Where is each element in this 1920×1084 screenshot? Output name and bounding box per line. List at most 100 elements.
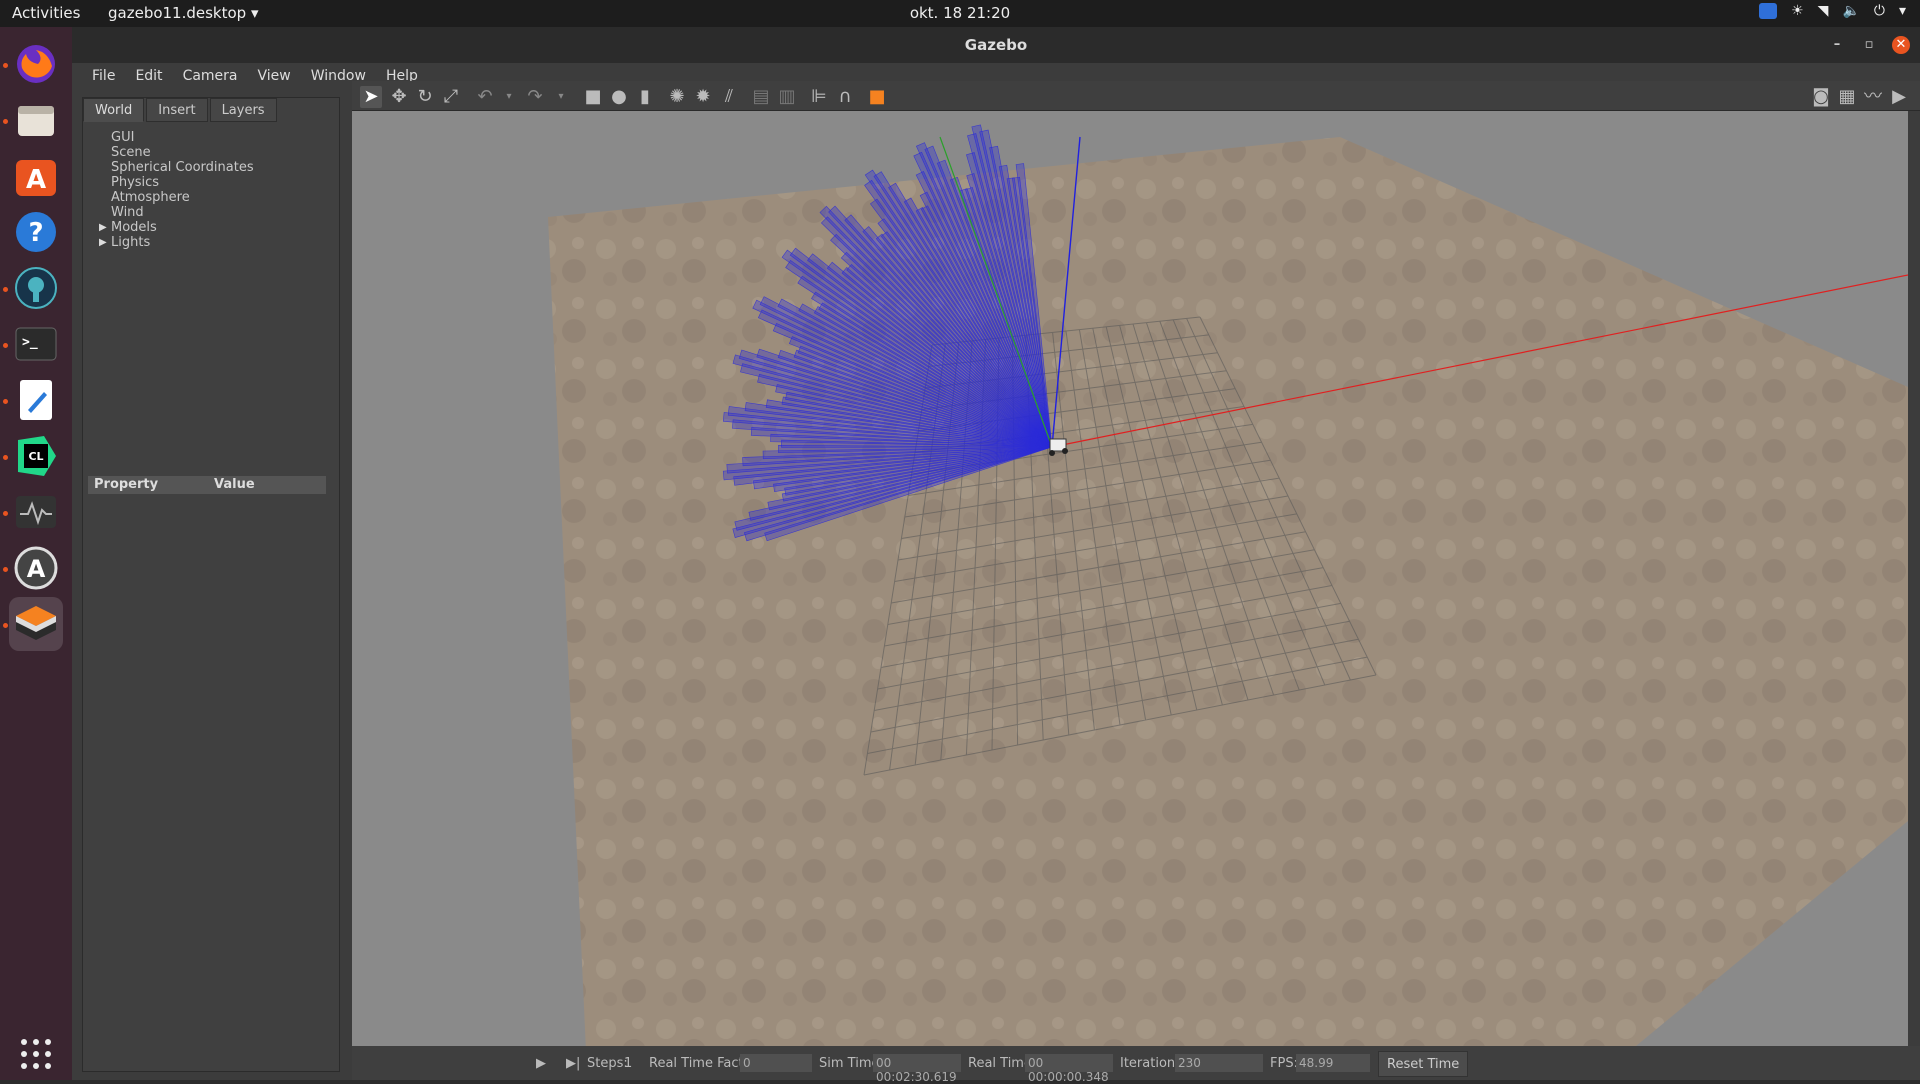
app-menu-label: gazebo11.desktop — [108, 4, 247, 22]
expand-arrow-icon[interactable]: ▶ — [99, 220, 107, 235]
expand-arrow-icon[interactable]: ▶ — [99, 235, 107, 250]
svg-text:?: ? — [28, 218, 43, 248]
value-column-header: Value — [214, 477, 255, 492]
window-title: Gazebo — [964, 36, 1028, 54]
activities-button[interactable]: Activities — [12, 4, 80, 22]
tree-item-wind[interactable]: Wind — [111, 205, 339, 220]
copy-icon[interactable]: ▤ — [750, 86, 772, 108]
redo-history-icon[interactable]: ▾ — [550, 86, 572, 108]
maximize-icon[interactable]: ▫ — [1860, 36, 1878, 54]
tree-item-models-label: Models — [111, 220, 157, 235]
plot-icon[interactable]: 〰 — [1862, 86, 1884, 108]
align-icon[interactable]: ⊫ — [808, 86, 830, 108]
running-indicator — [3, 455, 8, 460]
snap-icon[interactable]: ∩ — [834, 86, 856, 108]
play-icon[interactable]: ▶ — [536, 1056, 546, 1071]
running-indicator — [3, 63, 8, 68]
tree-item-spherical-coordinates[interactable]: Spherical Coordinates — [111, 160, 339, 175]
menu-view[interactable]: View — [248, 63, 301, 89]
select-mode-icon[interactable]: ➤ — [360, 86, 382, 108]
point-light-icon[interactable]: ✺ — [666, 86, 688, 108]
tree-item-lights-label: Lights — [111, 235, 151, 250]
sphere-shape-icon[interactable]: ● — [608, 86, 630, 108]
record-video-icon[interactable]: ▶ — [1888, 86, 1910, 108]
tab-insert[interactable]: Insert — [146, 98, 208, 122]
svg-text:A: A — [26, 165, 46, 195]
running-indicator — [3, 623, 8, 628]
property-table-header: Property Value — [88, 476, 326, 494]
terminal-icon[interactable]: >_ — [9, 317, 63, 371]
tree-item-atmosphere[interactable]: Atmosphere — [111, 190, 339, 205]
undo-icon[interactable]: ↶ — [474, 86, 496, 108]
firefox-icon[interactable] — [9, 37, 63, 91]
iterations-field: 230 — [1175, 1054, 1263, 1072]
toolbar: ➤ ✥ ↻ ⤢ ↶ ▾ ↷ ▾ ■ ● ▮ ✺ ✹ ⫽ ▤ ▥ ⊫ ∩ ■ ◙ … — [352, 81, 1920, 111]
tree-item-lights[interactable]: ▶ Lights — [99, 235, 339, 250]
app-menu[interactable]: gazebo11.desktop ▾ — [108, 4, 259, 22]
paste-icon[interactable]: ▥ — [776, 86, 798, 108]
ground-plane — [548, 137, 1908, 1051]
svg-text:CL: CL — [28, 450, 43, 463]
tree-item-gui[interactable]: GUI — [111, 130, 339, 145]
clion-icon[interactable]: CL — [9, 429, 63, 483]
fps-field: 48.99 — [1296, 1054, 1370, 1072]
steps-value[interactable]: 1 — [624, 1056, 632, 1071]
system-tray[interactable]: ☀ ◥ 🔈 ⏻ ▾ — [1759, 3, 1906, 19]
tree-item-models[interactable]: ▶ Models — [99, 220, 339, 235]
software-updater-icon[interactable]: A — [9, 541, 63, 595]
rtf-field: 0 — [740, 1054, 812, 1072]
brightness-icon[interactable]: ☀ — [1791, 3, 1804, 19]
tab-world[interactable]: World — [83, 98, 145, 122]
tab-layers[interactable]: Layers — [209, 98, 277, 122]
change-view-icon[interactable]: ■ — [866, 86, 888, 108]
close-icon[interactable]: ✕ — [1892, 36, 1910, 54]
software-center-icon[interactable]: A — [9, 149, 63, 203]
reset-time-button[interactable]: Reset Time — [1378, 1051, 1469, 1077]
gitkraken-icon[interactable] — [9, 261, 63, 315]
text-editor-icon[interactable] — [9, 373, 63, 427]
system-monitor-icon[interactable] — [9, 485, 63, 539]
screenshot-icon[interactable]: ◙ — [1810, 86, 1832, 108]
dock: A ? >_ CL A — [0, 27, 72, 1080]
minimize-icon[interactable]: – — [1828, 36, 1846, 54]
show-applications-icon[interactable] — [9, 1027, 63, 1081]
translate-mode-icon[interactable]: ✥ — [388, 86, 410, 108]
sim-time-field: 00 00:02:30.619 — [873, 1054, 961, 1084]
menu-edit[interactable]: Edit — [125, 63, 172, 89]
scene-viewport[interactable] — [352, 111, 1908, 1051]
spot-light-icon[interactable]: ✹ — [692, 86, 714, 108]
box-shape-icon[interactable]: ■ — [582, 86, 604, 108]
help-icon[interactable]: ? — [9, 205, 63, 259]
top-bar: Activities gazebo11.desktop ▾ okt. 18 21… — [0, 0, 1920, 27]
svg-text:>_: >_ — [22, 335, 38, 350]
scene-render — [548, 124, 1908, 1051]
steps-label: Steps: — [587, 1056, 628, 1071]
clock[interactable]: okt. 18 21:20 — [0, 4, 1920, 22]
directional-light-icon[interactable]: ⫽ — [718, 86, 740, 108]
undo-history-icon[interactable]: ▾ — [498, 86, 520, 108]
tree-item-scene[interactable]: Scene — [111, 145, 339, 160]
world-tree: GUI Scene Spherical Coordinates Physics … — [83, 122, 339, 250]
cylinder-shape-icon[interactable]: ▮ — [634, 86, 656, 108]
step-icon[interactable]: ▶| — [566, 1056, 580, 1071]
chevron-down-icon[interactable]: ▾ — [1899, 3, 1906, 19]
menu-camera[interactable]: Camera — [173, 63, 248, 89]
tree-item-physics[interactable]: Physics — [111, 175, 339, 190]
wifi-icon[interactable]: ◥ — [1818, 3, 1829, 19]
fps-label: FPS: — [1270, 1056, 1298, 1071]
menu-file[interactable]: File — [82, 63, 125, 89]
running-indicator — [3, 511, 8, 516]
gazebo-window: Gazebo – ▫ ✕ File Edit Camera View Windo… — [72, 27, 1920, 1084]
files-icon[interactable] — [9, 93, 63, 147]
title-bar[interactable]: Gazebo – ▫ ✕ — [72, 27, 1920, 63]
simulation-bar: ▶ ▶| Steps: 1 Real Time Factor: 0 Sim Ti… — [352, 1046, 1920, 1084]
log-icon[interactable]: ▦ — [1836, 86, 1858, 108]
scale-mode-icon[interactable]: ⤢ — [440, 86, 462, 108]
zoom-icon[interactable] — [1759, 3, 1778, 19]
gazebo-icon[interactable] — [9, 597, 63, 651]
redo-icon[interactable]: ↷ — [524, 86, 546, 108]
power-icon[interactable]: ⏻ — [1874, 3, 1885, 19]
left-panel: World Insert Layers GUI Scene Spherical … — [82, 97, 340, 1072]
rotate-mode-icon[interactable]: ↻ — [414, 86, 436, 108]
volume-icon[interactable]: 🔈 — [1842, 3, 1859, 19]
